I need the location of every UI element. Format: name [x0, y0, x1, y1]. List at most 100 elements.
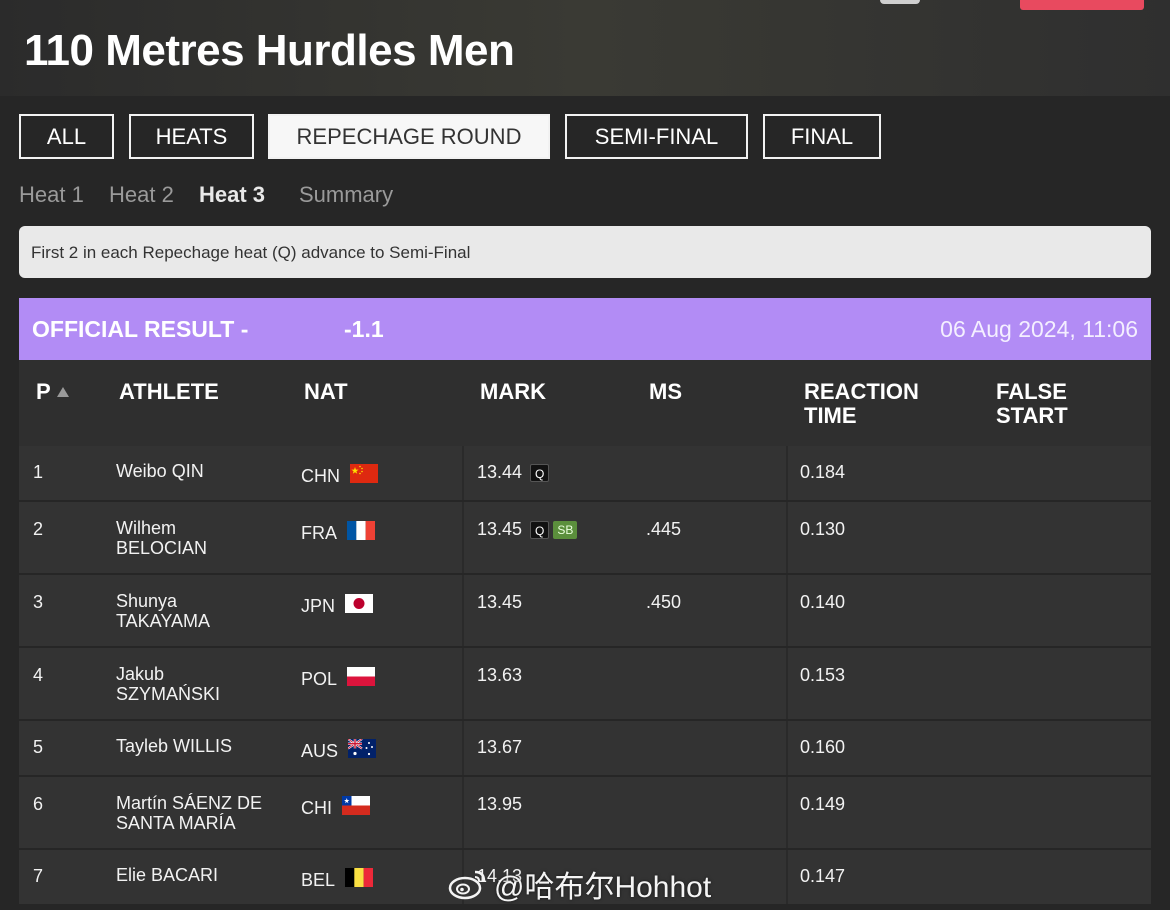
position-cell: 2 [33, 519, 44, 539]
wind-value: -1.1 [344, 316, 384, 342]
header-action-button[interactable] [1020, 0, 1144, 10]
table-row: 2 Wilhem BELOCIAN FRA 13.45 Q SB .445 0.130 [19, 502, 1151, 575]
mark-value: 13.45 [477, 519, 523, 539]
table-row: 4 Jakub SZYMAŃSKI POL 13.63 0.153 [19, 648, 1151, 721]
position-cell: 5 [33, 737, 44, 757]
nationality-cell: CHI [301, 792, 370, 819]
nationality-cell: CHN [301, 460, 378, 487]
qualification-notice: First 2 in each Repechage heat (Q) advan… [19, 226, 1151, 278]
nat-code: JPN [301, 596, 336, 616]
mark-cell: 13.95 [477, 794, 522, 815]
position-cell: 1 [33, 462, 44, 482]
table-body: 1 Weibo QIN CHN 13.44 Q 0.184 2 Wilhem BELOCIAN… [19, 446, 1151, 906]
subtab-heat-2[interactable]: Heat 2 [109, 182, 174, 208]
athlete-name[interactable]: Weibo QIN [116, 461, 286, 481]
chile-flag-icon [342, 796, 370, 815]
official-result-bar: OFFICIAL RESULT - -1.1 06 Aug 2024, 11:0… [19, 298, 1151, 360]
athlete-name[interactable]: Shunya TAKAYAMA [116, 591, 286, 631]
column-divider [462, 648, 464, 719]
nationality-cell: POL [301, 663, 376, 690]
tab-semi-final[interactable]: SEMI-FINAL [565, 114, 748, 159]
page-title: 110 Metres Hurdles Men [24, 26, 515, 75]
nationality-cell: AUS [301, 735, 377, 762]
column-false-start: FALSE START [996, 379, 1068, 428]
season-best-badge: SB [553, 520, 578, 539]
nat-code: POL [301, 669, 338, 689]
poland-flag-icon [347, 667, 376, 686]
reaction-time-cell: 0.147 [800, 866, 846, 886]
column-ms: MS [649, 379, 682, 404]
athlete-name[interactable]: Tayleb WILLIS [116, 736, 286, 756]
column-divider [462, 575, 464, 646]
column-athlete: ATHLETE [119, 379, 219, 404]
reaction-time-cell: 0.184 [800, 462, 846, 482]
ms-cell: .450 [646, 592, 682, 612]
mark-cell: 13.45 [477, 592, 522, 613]
column-divider [786, 648, 788, 719]
nationality-cell: JPN [301, 590, 374, 617]
qualified-badge: Q [530, 520, 550, 539]
column-divider [462, 777, 464, 848]
mark-value: 13.45 [477, 592, 523, 612]
tab-final[interactable]: FINAL [763, 114, 881, 159]
nationality-cell: BEL [301, 864, 374, 891]
watermark: @哈布尔Hohhot [448, 862, 711, 906]
watermark-text: @哈布尔Hohhot [494, 871, 712, 904]
table-row: 1 Weibo QIN CHN 13.44 Q 0.184 [19, 446, 1151, 502]
nationality-cell: FRA [301, 517, 375, 544]
result-datetime: 06 Aug 2024, 11:06 [940, 316, 1138, 342]
reaction-time-cell: 0.140 [800, 592, 846, 612]
belgium-flag-icon [345, 868, 374, 887]
athlete-name[interactable]: Wilhem BELOCIAN [116, 518, 286, 558]
column-divider [786, 502, 788, 573]
tab-heats[interactable]: HEATS [129, 114, 254, 159]
weibo-icon [448, 870, 486, 900]
athlete-name[interactable]: Elie BACARI [116, 865, 286, 885]
mark-value: 13.44 [477, 462, 523, 482]
column-mark: MARK [480, 379, 546, 404]
athlete-name[interactable]: Martín SÁENZ DE SANTA MARÍA [116, 793, 286, 833]
subtab-heat-3[interactable]: Heat 3 [199, 182, 265, 208]
position-cell: 3 [33, 592, 44, 612]
column-divider [786, 575, 788, 646]
nat-code: BEL [301, 870, 336, 890]
mark-value: 13.63 [477, 665, 523, 685]
ms-cell: .445 [646, 519, 682, 539]
column-divider [462, 446, 464, 500]
france-flag-icon [347, 521, 375, 540]
column-reaction-time: REACTION TIME [804, 379, 919, 428]
table-row: 3 Shunya TAKAYAMA JPN 13.45 .450 0.140 [19, 575, 1151, 648]
column-position[interactable]: P [36, 380, 69, 404]
tab-repechage-round[interactable]: REPECHAGE ROUND [268, 114, 550, 159]
nat-code: CHN [301, 466, 340, 486]
china-flag-icon [350, 464, 378, 483]
column-divider [786, 850, 788, 904]
position-cell: 6 [33, 794, 44, 814]
mark-cell: 13.44 Q [477, 462, 550, 483]
toggle-icon[interactable] [880, 0, 920, 4]
nat-code: FRA [301, 523, 337, 543]
tab-all[interactable]: ALL [19, 114, 114, 159]
column-divider [786, 721, 788, 775]
column-divider [786, 446, 788, 500]
table-row: 5 Tayleb WILLIS AUS 13.67 0.160 [19, 721, 1151, 777]
athlete-name[interactable]: Jakub SZYMAŃSKI [116, 664, 286, 704]
position-cell: 4 [33, 665, 44, 685]
mark-cell: 13.63 [477, 665, 522, 686]
nat-code: CHI [301, 798, 332, 818]
qualified-badge: Q [530, 463, 550, 482]
reaction-time-cell: 0.160 [800, 737, 846, 757]
mark-value: 13.67 [477, 737, 523, 757]
column-divider [462, 502, 464, 573]
japan-flag-icon [345, 594, 374, 613]
reaction-time-cell: 0.153 [800, 665, 846, 685]
result-label: OFFICIAL RESULT - [32, 316, 249, 342]
sort-asc-icon [56, 387, 69, 397]
column-nat: NAT [304, 379, 348, 404]
subtab-heat-1[interactable]: Heat 1 [19, 182, 84, 208]
table-row: 6 Martín SÁENZ DE SANTA MARÍA CHI 13.95 0.14… [19, 777, 1151, 850]
subtab-summary[interactable]: Summary [299, 182, 393, 208]
mark-cell: 13.67 [477, 737, 522, 758]
column-divider [462, 721, 464, 775]
australia-flag-icon [348, 739, 377, 758]
